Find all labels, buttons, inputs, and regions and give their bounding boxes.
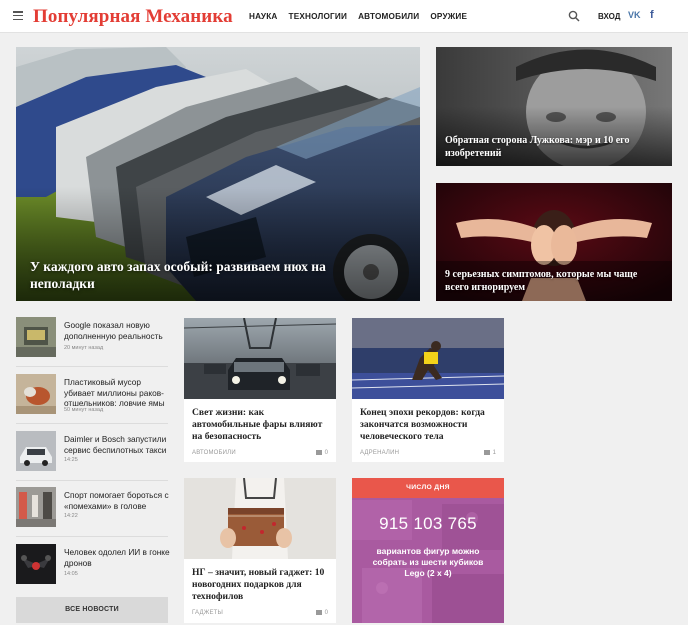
list-item[interactable]: Daimler и Bosch запустили сервис беспило… (16, 431, 168, 476)
news-time: 50 минут назад (64, 407, 104, 413)
comments-value: 0 (324, 450, 328, 456)
list-item[interactable]: Пластиковый мусор убивает миллионы раков… (16, 374, 168, 419)
news-thumbnail (16, 431, 56, 471)
login-link[interactable]: ВХОД (598, 12, 620, 21)
side-article-title[interactable]: 9 серьезных симптомов, которые мы чаще в… (445, 268, 655, 294)
nav-item-science[interactable]: НАУКА (249, 12, 278, 21)
nav-item-weapons[interactable]: ОРУЖИЕ (430, 12, 467, 21)
comments-count: 0 (315, 450, 328, 456)
divider (16, 366, 168, 367)
news-thumbnail (16, 374, 56, 414)
news-title[interactable]: Человек одолел ИИ в гонке дронов (64, 547, 170, 568)
divider (16, 423, 168, 424)
article-category[interactable]: АВТОМОБИЛИ (192, 450, 236, 456)
news-time: 14:22 (64, 513, 78, 519)
news-title[interactable]: Daimler и Bosch запустили сервис беспило… (64, 434, 170, 455)
list-item[interactable]: Google показал новую дополненную реально… (16, 317, 168, 362)
side-article-luzhkov[interactable]: Обратная сторона Лужкова: мэр и 10 его и… (436, 47, 672, 166)
site-logo[interactable]: Популярная Механика (33, 6, 233, 28)
article-image (184, 318, 336, 399)
comments-count: 0 (315, 610, 328, 616)
list-item[interactable]: Спорт помогает бороться с «помехами» в г… (16, 487, 170, 532)
comments-count: 1 (483, 450, 496, 456)
main-nav: НАУКА ТЕХНОЛОГИИ АВТОМОБИЛИ ОРУЖИЕ (249, 12, 467, 21)
number-of-the-day[interactable]: ЧИСЛО ДНЯ 915 103 765 вариантов фигур мо… (352, 478, 504, 623)
news-time: 20 минут назад (64, 345, 104, 351)
nav-item-cars[interactable]: АВТОМОБИЛИ (358, 12, 419, 21)
news-title[interactable]: Google показал новую дополненную реально… (64, 320, 170, 341)
hero-title[interactable]: У каждого авто запах особый: развиваем н… (30, 258, 350, 292)
news-title[interactable]: Спорт помогает бороться с «помехами» в г… (64, 490, 170, 511)
article-title[interactable]: НГ – значит, новый гаджет: 10 новогодних… (192, 567, 332, 602)
list-item[interactable]: Человек одолел ИИ в гонке дронов 14:05 (16, 544, 170, 589)
divider (16, 480, 168, 481)
article-card-headlights[interactable]: Свет жизни: как автомобильные фары влияю… (184, 318, 336, 462)
news-time: 14:05 (64, 571, 78, 577)
article-title[interactable]: Свет жизни: как автомобильные фары влияю… (192, 407, 332, 442)
site-header: Популярная Механика НАУКА ТЕХНОЛОГИИ АВТ… (0, 0, 688, 33)
side-article-symptoms[interactable]: 9 серьезных симптомов, которые мы чаще в… (436, 183, 672, 301)
facebook-icon[interactable]: f (650, 9, 654, 21)
news-thumbnail (16, 544, 56, 584)
all-news-button[interactable]: ВСЕ НОВОСТИ (16, 597, 168, 623)
comments-value: 1 (492, 450, 496, 456)
news-thumbnail (16, 487, 56, 527)
search-icon[interactable] (568, 10, 580, 22)
article-card-records[interactable]: Конец эпохи рекордов: когда закончатся в… (352, 318, 504, 462)
comment-icon (483, 450, 490, 455)
comment-icon (315, 610, 322, 615)
number-of-day-label: ЧИСЛО ДНЯ (352, 478, 504, 498)
menu-icon[interactable] (13, 11, 23, 21)
number-of-day-value: 915 103 765 (379, 514, 477, 533)
article-image (184, 478, 336, 559)
news-time: 14:25 (64, 457, 78, 463)
side-article-title[interactable]: Обратная сторона Лужкова: мэр и 10 его и… (445, 134, 655, 160)
news-thumbnail (16, 317, 56, 357)
article-card-gadgets[interactable]: НГ – значит, новый гаджет: 10 новогодних… (184, 478, 336, 623)
nav-item-technology[interactable]: ТЕХНОЛОГИИ (289, 12, 348, 21)
news-title[interactable]: Пластиковый мусор убивает миллионы раков… (64, 377, 170, 409)
divider (16, 536, 168, 537)
hero-article[interactable]: У каждого авто запах особый: развиваем н… (16, 47, 420, 301)
article-image (352, 318, 504, 399)
article-category[interactable]: ГАДЖЕТЫ (192, 610, 223, 616)
comments-value: 0 (324, 610, 328, 616)
article-title[interactable]: Конец эпохи рекордов: когда закончатся в… (360, 407, 500, 442)
number-of-day-text: вариантов фигур можно собрать из шести к… (372, 546, 484, 578)
article-category[interactable]: АДРЕНАЛИН (360, 450, 399, 456)
vk-icon[interactable]: VK (628, 10, 641, 20)
comment-icon (315, 450, 322, 455)
